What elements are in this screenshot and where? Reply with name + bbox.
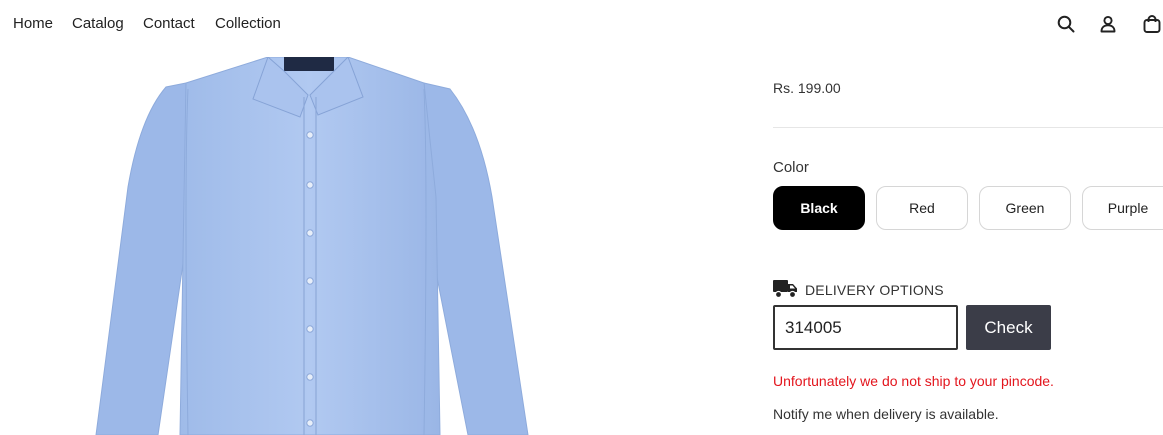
- account-icon[interactable]: [1098, 14, 1118, 34]
- delivery-options-label: DELIVERY OPTIONS: [805, 282, 944, 298]
- product-image: [88, 57, 530, 435]
- divider: [773, 127, 1163, 128]
- check-button[interactable]: Check: [966, 305, 1051, 350]
- color-label: Color: [773, 159, 809, 176]
- nav-contact-link[interactable]: Contact: [143, 15, 195, 32]
- truck-icon: [773, 279, 799, 299]
- color-swatch-black[interactable]: Black: [773, 186, 865, 230]
- product-price: Rs. 199.00: [773, 80, 841, 96]
- cart-icon[interactable]: [1142, 14, 1162, 34]
- site-header: Home Catalog Contact Collection: [0, 0, 1163, 48]
- nav-catalog-link[interactable]: Catalog: [72, 15, 124, 32]
- color-swatch-red[interactable]: Red: [876, 186, 968, 230]
- delivery-error-message: Unfortunately we do not ship to your pin…: [773, 373, 1054, 389]
- search-icon[interactable]: [1056, 14, 1076, 34]
- color-swatch-green[interactable]: Green: [979, 186, 1071, 230]
- notify-me-link[interactable]: Notify me when delivery is available.: [773, 406, 999, 422]
- nav-home-link[interactable]: Home: [13, 15, 53, 32]
- pincode-input[interactable]: [773, 305, 958, 350]
- color-swatch-purple[interactable]: Purple: [1082, 186, 1163, 230]
- nav-collection-link[interactable]: Collection: [215, 15, 281, 32]
